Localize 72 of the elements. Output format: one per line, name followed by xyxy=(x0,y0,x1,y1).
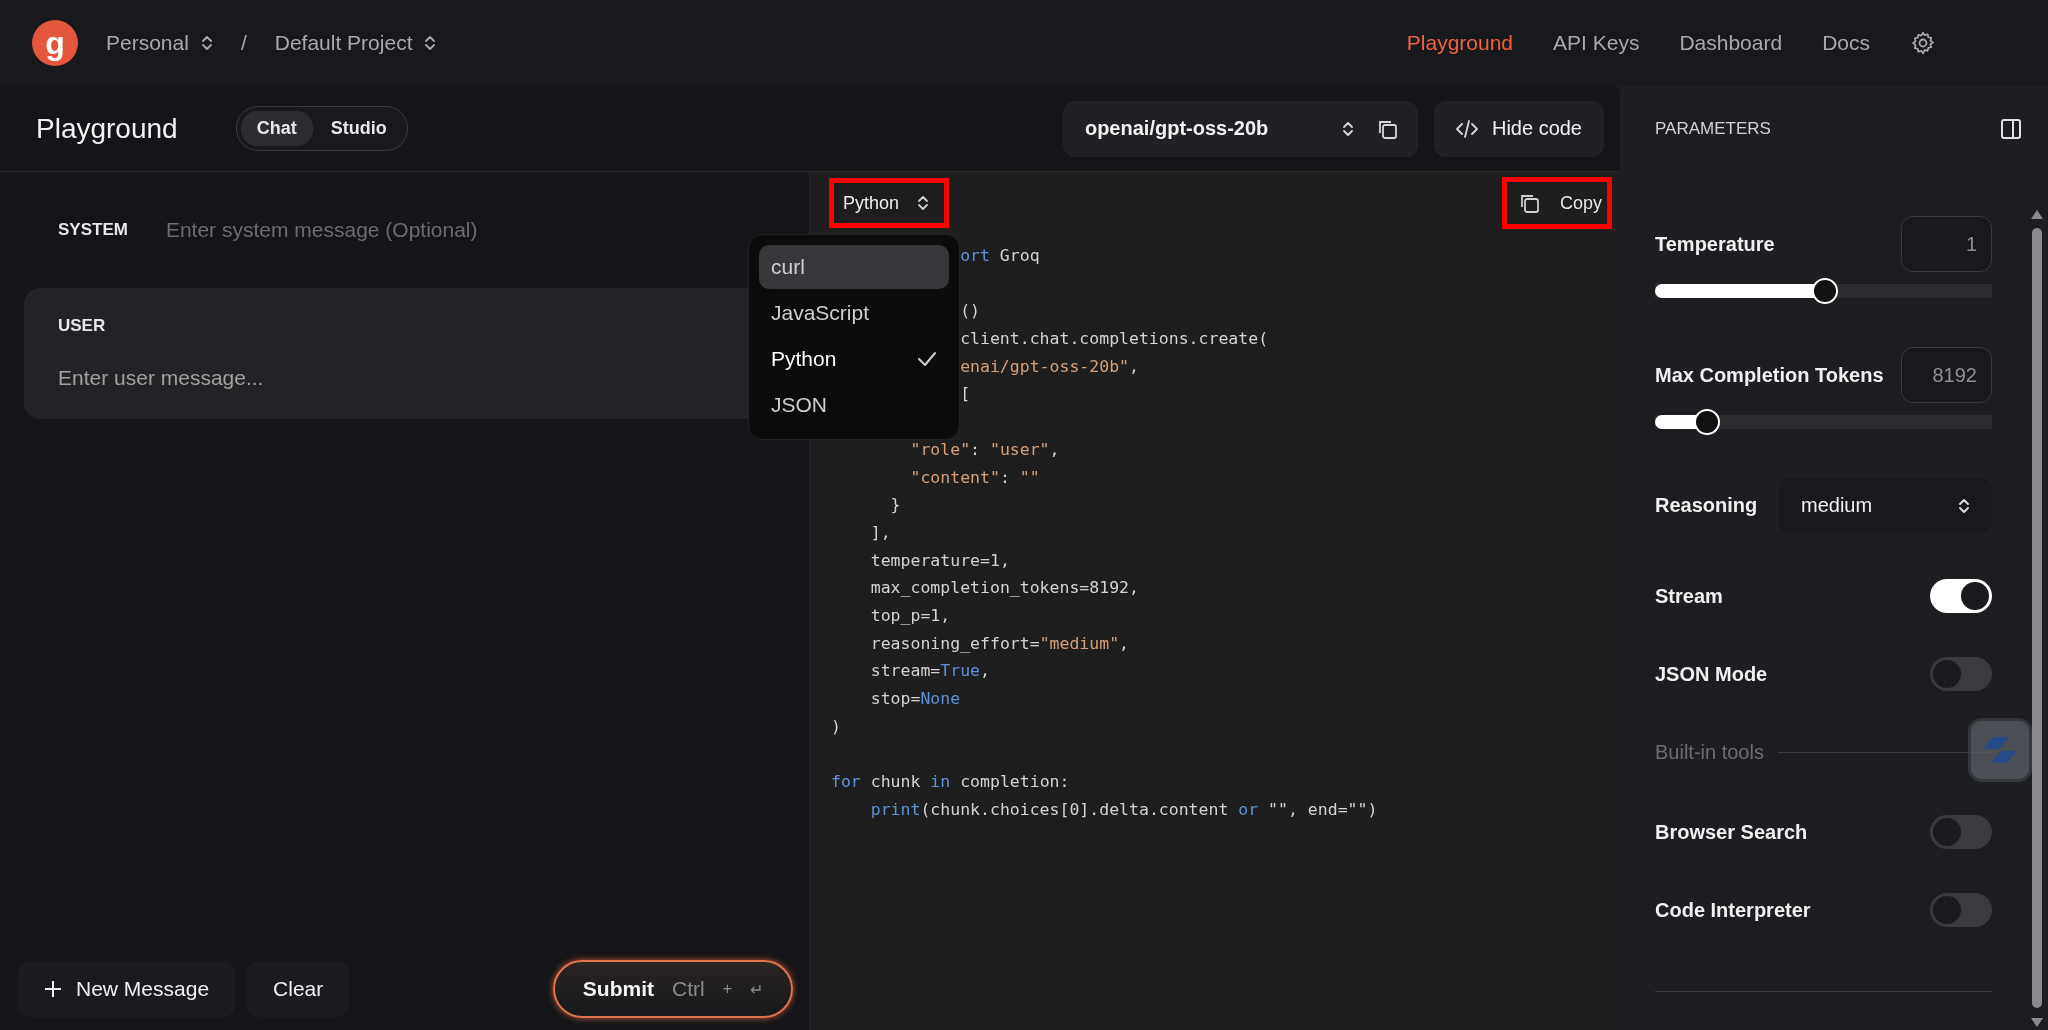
toggle-switch[interactable] xyxy=(1930,657,1992,691)
logo[interactable]: g xyxy=(32,20,78,66)
mode-tab[interactable]: Studio xyxy=(314,111,403,146)
code-icon xyxy=(1455,119,1478,138)
new-message-button[interactable]: New Message xyxy=(18,961,236,1017)
menu-item[interactable]: Python xyxy=(759,337,949,381)
code-line: stream=True, xyxy=(869,661,990,681)
code-line: for chunk in completion: xyxy=(831,772,1070,792)
menu-item[interactable]: JavaScript xyxy=(759,291,949,335)
parameter-label: Browser Search xyxy=(1655,820,1808,844)
model-selector[interactable]: openai/gpt-oss-20b xyxy=(1062,100,1418,157)
user-label: USER xyxy=(58,316,107,336)
number-field[interactable]: 8192 xyxy=(1901,347,1992,403)
parameter-label: Max Completion Tokens xyxy=(1655,363,1884,387)
parameter-label: Stream xyxy=(1655,584,1723,608)
parameter-label: Reasoning xyxy=(1655,494,1758,517)
user-message-field[interactable]: Enter user message... xyxy=(58,366,618,390)
code-line: client.chat.completions.create( xyxy=(960,329,1269,349)
code-line: ) xyxy=(831,716,841,736)
reasoning-select[interactable]: medium xyxy=(1779,478,1992,533)
code-line: "role": "user", xyxy=(909,439,1060,459)
code-line: ], xyxy=(869,522,891,542)
slider-thumb[interactable] xyxy=(1693,409,1720,435)
code-line: reasoning_effort="medium", xyxy=(869,633,1130,653)
hide-code-button[interactable]: Hide code xyxy=(1433,100,1604,157)
chevron-up-down-icon xyxy=(917,195,930,211)
system-message-field[interactable]: Enter system message (Optional) xyxy=(165,218,726,242)
code-line: temperature=1, xyxy=(869,550,1010,570)
submit-button[interactable]: Submit Ctrl + ↵ xyxy=(552,960,793,1018)
page-title: Playground xyxy=(36,112,178,145)
breadcrumb-dropdown[interactable]: Default Project xyxy=(274,31,437,55)
nav-link[interactable]: Dashboard xyxy=(1679,31,1783,55)
menu-item[interactable]: JSON xyxy=(759,383,949,427)
code-line: () xyxy=(960,301,980,321)
nav-link[interactable]: API Keys xyxy=(1553,31,1640,55)
chevron-up-down-icon xyxy=(1958,497,1970,514)
section-label: Built-in tools xyxy=(1655,740,1764,764)
clear-button[interactable]: Clear xyxy=(247,961,350,1017)
chevron-up-down-icon xyxy=(1341,120,1354,137)
code-line: enai/gpt-oss-20b", xyxy=(960,356,1139,376)
code-line: stop=None xyxy=(869,689,961,708)
code-line: top_p=1, xyxy=(869,605,951,625)
chevron-up-down-icon xyxy=(424,35,437,51)
code-line: ort Groq xyxy=(960,246,1040,265)
system-label: SYSTEM xyxy=(58,220,128,240)
code-line: print(chunk.choices[0].delta.content or "", end="") xyxy=(869,799,1378,819)
code-line: max_completion_tokens=8192, xyxy=(869,578,1139,598)
parameter-label: Temperature xyxy=(1655,232,1775,256)
menu-item[interactable]: curl xyxy=(759,245,949,289)
nav-link[interactable]: Playground xyxy=(1406,31,1514,55)
toggle-switch[interactable] xyxy=(1930,579,1992,613)
slider-thumb[interactable] xyxy=(1811,278,1838,304)
parameter-label: JSON Mode xyxy=(1655,662,1768,686)
nav-link[interactable]: Docs xyxy=(1822,31,1870,55)
mode-tab[interactable]: Chat xyxy=(240,111,313,146)
number-field[interactable]: 1 xyxy=(1901,216,1992,272)
check-icon xyxy=(917,351,937,367)
toggle-switch[interactable] xyxy=(1930,815,1992,849)
parameter-label: Code Interpreter xyxy=(1655,898,1811,922)
plus-icon xyxy=(44,980,62,998)
settings-icon xyxy=(1910,30,1936,56)
panel-title: PARAMETERS xyxy=(1655,119,1771,139)
breadcrumb-separator: / xyxy=(240,31,247,55)
toggle-switch[interactable] xyxy=(1930,893,1992,927)
code-line: [ xyxy=(960,384,971,404)
language-selector[interactable]: Python xyxy=(831,180,948,226)
copy-button[interactable]: Copy xyxy=(1503,179,1610,227)
code-line: } xyxy=(889,495,901,515)
chevron-up-down-icon xyxy=(200,35,213,51)
code-line: "content": "" xyxy=(909,467,1040,487)
sidebar-toggle-icon xyxy=(2000,118,2022,140)
breadcrumb-dropdown[interactable]: Personal xyxy=(106,31,213,55)
